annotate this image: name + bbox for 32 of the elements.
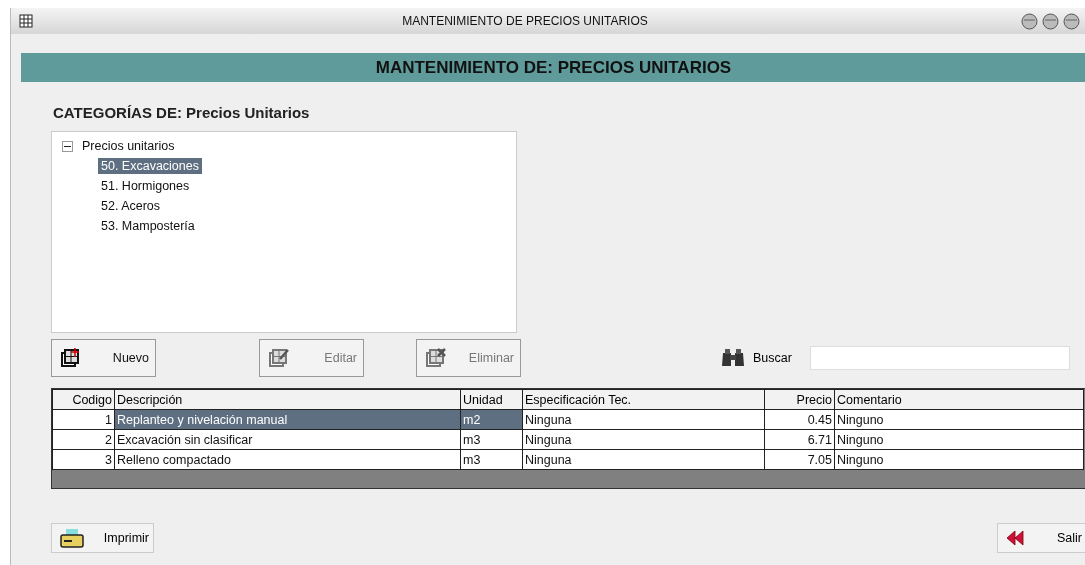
table-cell: 1 <box>52 409 115 430</box>
grid-cross-icon <box>425 346 447 369</box>
maximize-button[interactable] <box>1042 12 1059 30</box>
tree-item[interactable]: 51. Hormigones <box>98 178 193 194</box>
header-banner: MANTENIMIENTO DE: PRECIOS UNITARIOS <box>21 53 1085 82</box>
minimize-button[interactable] <box>1021 12 1038 30</box>
column-header[interactable]: Codigo <box>52 389 115 410</box>
collapse-toggle[interactable] <box>62 140 73 152</box>
column-header[interactable]: Comentario <box>834 389 1084 410</box>
column-header[interactable]: Especificación Tec. <box>522 389 765 410</box>
column-header[interactable]: Precio <box>764 389 835 410</box>
search-field[interactable] <box>809 345 1070 370</box>
new-button[interactable]: Nuevo <box>51 338 156 377</box>
tree-item[interactable]: 53. Mampostería <box>98 218 198 234</box>
exit-button[interactable]: Salir <box>997 523 1085 553</box>
tree-item[interactable]: 52. Aceros <box>98 198 164 214</box>
table-cell: 3 <box>52 449 115 470</box>
binoculars-icon <box>721 348 745 367</box>
print-button[interactable]: Imprimir <box>51 523 154 553</box>
close-button[interactable] <box>1063 12 1080 30</box>
categories-label: CATEGORÍAS DE: Precios Unitarios <box>53 104 311 121</box>
column-header[interactable]: Unidad <box>460 389 523 410</box>
grid-pencil-icon <box>268 346 290 369</box>
window-title: MANTENIMIENTO DE PRECIOS UNITARIOS <box>401 14 649 28</box>
search-label: Buscar <box>753 350 792 365</box>
grid-plus-icon <box>60 346 82 369</box>
column-header[interactable]: Descripción <box>114 389 461 410</box>
grid-icon <box>19 14 33 28</box>
tree-item[interactable]: Precios unitarios <box>79 138 178 154</box>
table-cell: 2 <box>52 429 115 450</box>
printer-icon <box>60 528 84 548</box>
tree-item[interactable]: 50. Excavaciones <box>98 158 202 174</box>
